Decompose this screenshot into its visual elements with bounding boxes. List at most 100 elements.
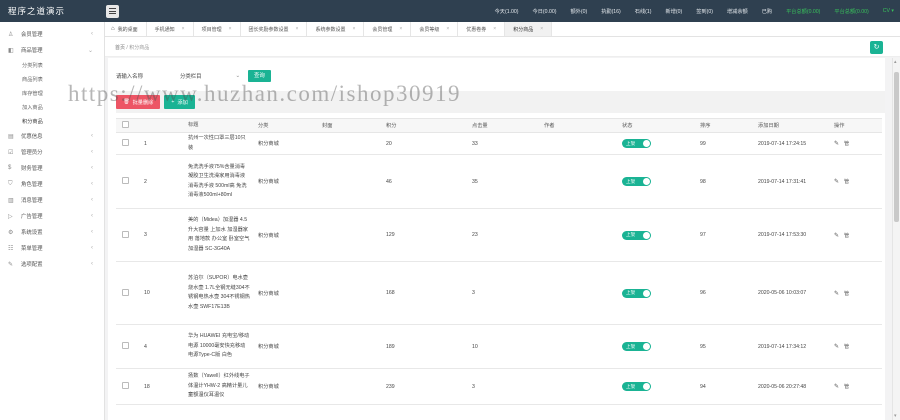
sidebar-item-label: 菜单管理 bbox=[21, 246, 43, 252]
top-stat[interactable]: CV ▾ bbox=[883, 8, 894, 14]
row-checkbox[interactable] bbox=[122, 230, 129, 238]
scroll-up-icon[interactable]: ▴ bbox=[894, 59, 897, 65]
select-all-checkbox[interactable] bbox=[122, 121, 129, 128]
row-checkbox[interactable] bbox=[122, 139, 129, 146]
sidebar-item[interactable]: ▤ 优惠信息 ‹ bbox=[0, 128, 104, 144]
products-table: 标题 分类 封面 积分 点击量 作者 状态 排序 添加日期 操作 1 抗州一次性口罩三层10只装 积分商… bbox=[116, 118, 882, 405]
sidebar-subitem[interactable]: 积分商品 bbox=[0, 114, 104, 128]
chevron-icon: ‹ bbox=[91, 197, 93, 203]
row-checkbox[interactable] bbox=[122, 288, 129, 296]
delete-button[interactable]: 管 bbox=[844, 291, 849, 297]
sidebar-item[interactable]: ⛉ 角色管理 ‹ bbox=[0, 176, 104, 192]
edit-icon[interactable]: ✎ bbox=[834, 344, 839, 350]
status-toggle[interactable]: 上架 bbox=[622, 288, 651, 298]
close-icon[interactable]: × bbox=[229, 26, 232, 32]
top-stat[interactable]: 今天(1.00) bbox=[495, 8, 519, 15]
top-stat[interactable]: 已购 bbox=[762, 8, 772, 15]
row-points: 189 bbox=[386, 343, 395, 350]
sidebar-item[interactable]: ▥ 消息管理 ‹ bbox=[0, 192, 104, 208]
vertical-scrollbar[interactable]: ▴ ▾ bbox=[892, 58, 900, 420]
chevron-icon: ‹ bbox=[91, 181, 93, 187]
sidebar-item[interactable]: $ 财务管理 ‹ bbox=[0, 160, 104, 176]
tab[interactable]: 会员等级 × bbox=[411, 22, 459, 36]
top-stat[interactable]: 新增(0) bbox=[666, 8, 683, 15]
delete-button[interactable]: 管 bbox=[844, 179, 849, 185]
table-row[interactable]: 10 苏泊尔（SUPOR）电水壶烧水壶 1.7L全钢无缝304不锈钢电热水壶 30… bbox=[116, 262, 882, 325]
table-row[interactable]: 3 美的（Midea）加湿器 4.5升大容量 上加水 加湿器家用 落地款 办公室 … bbox=[116, 209, 882, 262]
sidebar-subitem-label: 分类列表 bbox=[22, 62, 43, 69]
top-stat[interactable]: 执勤(16) bbox=[601, 8, 621, 15]
status-toggle[interactable]: 上架 bbox=[622, 230, 651, 240]
close-icon[interactable]: × bbox=[296, 26, 299, 32]
top-stat[interactable]: 今日(0.00) bbox=[533, 8, 557, 15]
tab[interactable]: 团长奖励参数设置 × bbox=[241, 22, 308, 36]
edit-icon[interactable]: ✎ bbox=[834, 384, 839, 390]
sidebar-item[interactable]: ☷ 菜单管理 ‹ bbox=[0, 240, 104, 256]
close-icon[interactable]: × bbox=[352, 26, 355, 32]
tab[interactable]: 系统参数设置 × bbox=[307, 22, 365, 36]
top-stat[interactable]: 平台总额(0.00) bbox=[786, 8, 820, 15]
tab[interactable]: 积分商品 × bbox=[505, 22, 553, 36]
close-icon[interactable]: × bbox=[399, 26, 402, 32]
close-icon[interactable]: × bbox=[446, 26, 449, 32]
sidebar-item[interactable]: ☑ 管理员分 ‹ bbox=[0, 144, 104, 160]
sidebar-item[interactable]: ♙ 会员管理 ‹ bbox=[0, 26, 104, 42]
row-id: 4 bbox=[144, 343, 147, 350]
status-toggle[interactable]: 上架 bbox=[622, 382, 651, 391]
close-icon[interactable]: × bbox=[182, 26, 185, 32]
edit-icon[interactable]: ✎ bbox=[834, 291, 839, 297]
sidebar-item-label: 角色管理 bbox=[21, 182, 43, 188]
row-checkbox[interactable] bbox=[122, 177, 129, 184]
chevron-icon: ‹ bbox=[91, 149, 93, 155]
row-checkbox-cell bbox=[116, 342, 136, 351]
top-stat[interactable]: 额外(0) bbox=[570, 8, 587, 15]
edit-icon[interactable]: ✎ bbox=[834, 179, 839, 185]
edit-icon[interactable]: ✎ bbox=[834, 233, 839, 239]
top-stat[interactable]: 增减余额 bbox=[727, 8, 748, 15]
sidebar-item[interactable]: ◧ 商品管理 ⌄ bbox=[0, 42, 104, 58]
tab-bar: ⌂ 我的桌面 手机通知 × 项目管理 × 团长奖励参数设置 × 系统参数设置 × 会员管理 × 会员等级… bbox=[105, 22, 900, 37]
sidebar-item[interactable]: ▷ 广告管理 ‹ bbox=[0, 208, 104, 224]
sidebar-item[interactable]: ⚙ 系统设置 ‹ bbox=[0, 224, 104, 240]
delete-button[interactable]: 管 bbox=[844, 141, 849, 147]
edit-icon[interactable]: ✎ bbox=[834, 141, 839, 147]
delete-button[interactable]: 管 bbox=[844, 233, 849, 239]
column-header: 标题 bbox=[188, 121, 199, 128]
top-stat[interactable]: 平台总额(0.00) bbox=[834, 8, 868, 15]
top-stat[interactable]: 签到(0) bbox=[696, 8, 713, 15]
status-toggle[interactable]: 上架 bbox=[622, 139, 651, 148]
row-checkbox-cell bbox=[116, 139, 136, 148]
status-toggle[interactable]: 上架 bbox=[622, 342, 651, 351]
tab[interactable]: 会员管理 × bbox=[364, 22, 412, 36]
top-stat[interactable]: 石线(1) bbox=[635, 8, 652, 15]
table-row[interactable]: 1 抗州一次性口罩三层10只装 积分商城 20 33 上架 99 2019-07-14 17:… bbox=[116, 133, 882, 155]
breadcrumb-home[interactable]: 首页 bbox=[115, 45, 125, 51]
refresh-button[interactable]: ↻ bbox=[870, 41, 883, 54]
menu-toggle-button[interactable] bbox=[106, 4, 119, 18]
row-clicks: 10 bbox=[472, 343, 478, 350]
tab[interactable]: 手机通知 × bbox=[147, 22, 194, 36]
table-row[interactable]: 2 免洗洗手液75%含量消毒凝胶卫生洗澡家用消毒液消毒洗手液 500ml高 免洗消… bbox=[116, 155, 882, 209]
sidebar-subitem[interactable]: 分类列表 bbox=[0, 58, 104, 72]
delete-button[interactable]: 管 bbox=[844, 344, 849, 350]
sidebar-item[interactable]: ✎ 选项配置 ‹ bbox=[0, 256, 104, 272]
tab[interactable]: ⌂ 我的桌面 bbox=[105, 22, 147, 36]
close-icon[interactable]: × bbox=[493, 26, 496, 32]
name-filter-input[interactable]: 请输入名称 bbox=[116, 72, 180, 80]
close-icon[interactable]: × bbox=[540, 26, 543, 32]
scroll-down-icon[interactable]: ▾ bbox=[894, 413, 897, 419]
row-id: 10 bbox=[144, 290, 150, 296]
row-checkbox[interactable] bbox=[122, 342, 129, 349]
table-row[interactable]: 4 华为 HUAWEI 充电宝/移动电源 10000毫安快充移动电源Type-C版… bbox=[116, 325, 882, 369]
breadcrumb-current: 积分商品 bbox=[129, 45, 150, 51]
tab[interactable]: 项目管理 × bbox=[194, 22, 241, 36]
row-checkbox[interactable] bbox=[122, 382, 129, 389]
row-status-cell: 上架 bbox=[614, 139, 692, 148]
row-clicks: 23 bbox=[472, 232, 478, 238]
chevron-icon: ‹ bbox=[91, 165, 93, 171]
delete-button[interactable]: 管 bbox=[844, 384, 849, 390]
table-row[interactable]: 18 扬数（Yawell）红外线电子体温计YHW-2 高精计量儿童额温仪耳温仪 积分… bbox=[116, 369, 882, 405]
scrollbar-thumb[interactable] bbox=[894, 72, 899, 222]
tab[interactable]: 优惠卷券 × bbox=[458, 22, 506, 36]
status-toggle[interactable]: 上架 bbox=[622, 177, 651, 186]
